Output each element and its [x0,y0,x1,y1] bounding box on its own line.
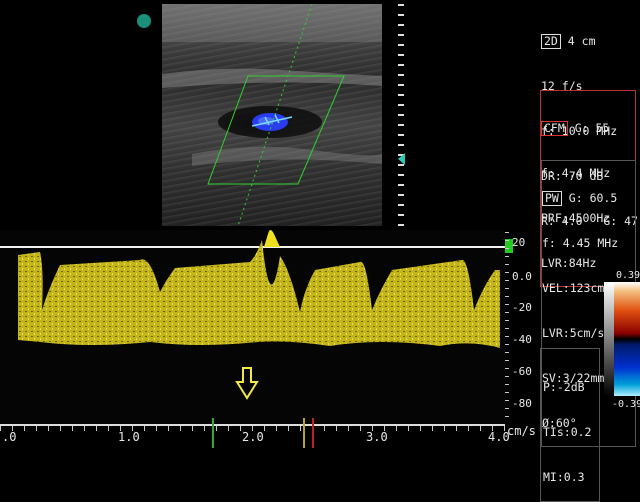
power-value: P:-2dB [543,380,585,394]
grayscale-bar [604,282,614,396]
mode-pw-header: PW [542,191,562,206]
tis-value: TIs:0.2 [543,425,592,439]
pw-gain: G: 60.5 [568,191,618,205]
depth-value: 4 cm [567,34,596,48]
doppler-spectrum [0,230,505,425]
velocity-tick: -40 [512,333,532,346]
time-tick: 3.0 [366,430,388,444]
ecg-marker-yellow [303,418,305,448]
safety-indices: P:-2dB TIs:0.2 MI:0.3 [540,348,600,502]
velocity-tick-marks [505,232,509,417]
bmode-overlay [162,4,382,226]
colorbar-min: -0.39 [612,399,640,410]
bmode-image [162,4,382,226]
color-velocity-bar [614,282,640,396]
mi-value: MI:0.3 [543,470,585,484]
time-tick: .0 [2,430,17,444]
time-tick: 2.0 [242,430,264,444]
colorbar-max: 0.39 [616,270,640,281]
velocity-tick: -20 [512,301,532,314]
ecg-marker-red [312,418,314,448]
depth-scale [398,4,404,226]
velocity-tick: -80 [512,397,532,410]
time-tick: 1.0 [118,430,140,444]
velocity-tick: 0.0 [512,270,532,283]
velocity-tick: -60 [512,365,532,378]
ecg-marker-green [212,418,214,448]
cfm-gain: G: 55 [574,121,610,135]
mode-cfm-header: CFM [541,121,568,136]
velocity-unit: cm/s [507,424,536,438]
velocity-axis: 20 0.0 -20 -40 -60 -80 [512,230,542,420]
skin-layer [162,4,382,42]
focus-marker-icon[interactable] [398,153,405,165]
tissue-band [162,68,382,88]
velocity-tick: 20 [512,236,526,249]
param-line: f: 4.45 MHz [542,236,619,250]
mode-2d-header: 2D [541,34,561,49]
orientation-marker [137,14,151,28]
